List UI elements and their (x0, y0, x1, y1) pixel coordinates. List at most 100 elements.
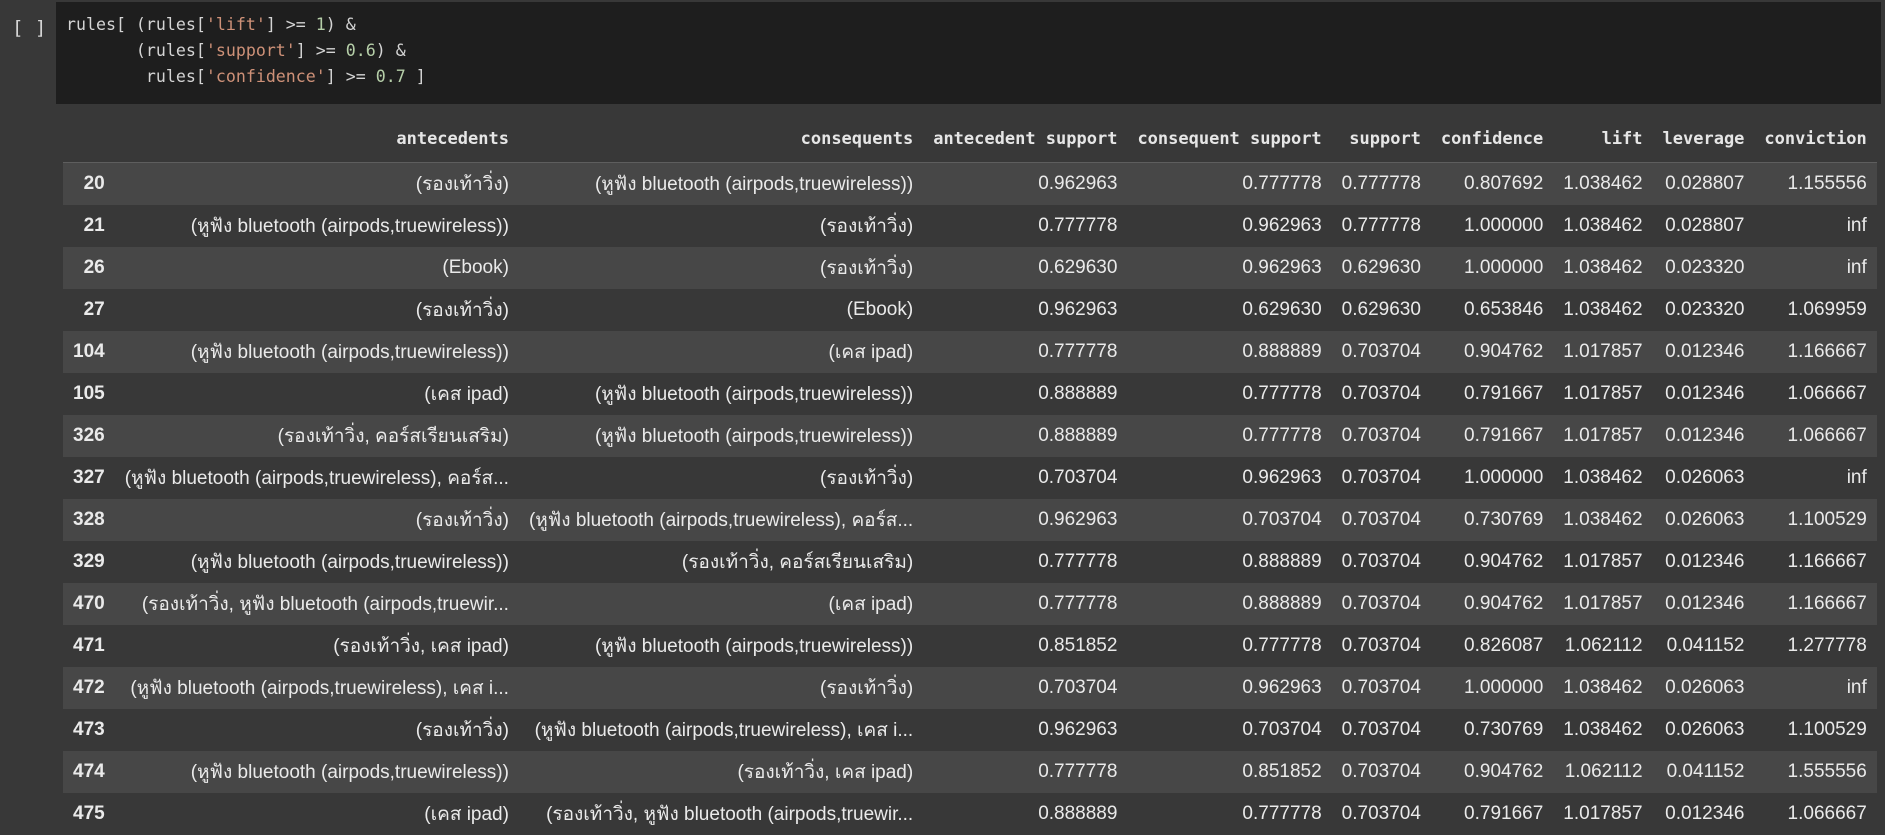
table-cell: 0.012346 (1653, 793, 1755, 835)
row-index: 327 (63, 457, 115, 499)
row-index: 27 (63, 289, 115, 331)
table-cell: 1.277778 (1754, 625, 1876, 667)
table-cell: 1.038462 (1553, 205, 1652, 247)
code-editor[interactable]: rules[ (rules['lift'] >= 1) & (rules['su… (56, 2, 1881, 104)
table-cell: (รองเท้าวิ่ง) (519, 667, 923, 709)
code-token: ] >= (326, 67, 376, 86)
row-index: 326 (63, 415, 115, 457)
table-cell: 0.962963 (923, 499, 1127, 541)
table-cell: 1.017857 (1553, 331, 1652, 373)
index-header (63, 116, 115, 163)
table-cell: 0.888889 (923, 415, 1127, 457)
table-cell: 1.100529 (1754, 709, 1876, 751)
column-header: lift (1553, 116, 1652, 163)
table-cell: (รองเท้าวิ่ง) (519, 205, 923, 247)
table-cell: (รองเท้าวิ่ง, หูฟัง bluetooth (airpods,t… (519, 793, 923, 835)
table-cell: 0.777778 (923, 751, 1127, 793)
table-cell: 1.166667 (1754, 541, 1876, 583)
table-cell: 0.703704 (1332, 625, 1431, 667)
table-cell: 0.012346 (1653, 583, 1755, 625)
table-cell: 0.777778 (1127, 163, 1331, 206)
table-cell: 0.703704 (1332, 499, 1431, 541)
table-cell: 0.777778 (1127, 793, 1331, 835)
table-body: 20(รองเท้าวิ่ง)(หูฟัง bluetooth (airpods… (63, 163, 1877, 835)
column-header: leverage (1653, 116, 1755, 163)
table-cell: 0.962963 (1127, 667, 1331, 709)
run-cell-button[interactable]: [ ] (12, 17, 46, 39)
table-cell: (รองเท้าวิ่ง) (519, 247, 923, 289)
table-cell: 0.962963 (923, 709, 1127, 751)
table-cell: 1.166667 (1754, 331, 1876, 373)
column-header: antecedent support (923, 116, 1127, 163)
table-cell: 0.703704 (1332, 667, 1431, 709)
row-index: 475 (63, 793, 115, 835)
table-cell: 0.041152 (1653, 751, 1755, 793)
table-cell: 0.012346 (1653, 541, 1755, 583)
table-cell: (หูฟัง bluetooth (airpods,truewireless),… (519, 709, 923, 751)
table-cell: 0.851852 (923, 625, 1127, 667)
table-cell: (เคส ipad) (519, 331, 923, 373)
table-cell: 0.028807 (1653, 163, 1755, 206)
table-cell: (หูฟัง bluetooth (airpods,truewireless)) (115, 331, 519, 373)
table-cell: inf (1754, 457, 1876, 499)
code-token: ] (406, 67, 426, 86)
table-cell: (หูฟัง bluetooth (airpods,truewireless)) (519, 373, 923, 415)
table-cell: 1.066667 (1754, 373, 1876, 415)
table-cell: 0.703704 (923, 457, 1127, 499)
table-cell: 1.038462 (1553, 667, 1652, 709)
table-cell: 1.000000 (1431, 247, 1553, 289)
code-token: 'lift' (206, 15, 266, 34)
table-cell: 0.888889 (923, 373, 1127, 415)
table-cell: 0.703704 (1332, 751, 1431, 793)
table-cell: 1.017857 (1553, 583, 1652, 625)
dataframe-table: antecedentsconsequentsantecedent support… (63, 116, 1877, 835)
table-cell: 0.703704 (1332, 541, 1431, 583)
table-cell: 1.069959 (1754, 289, 1876, 331)
code-token: rules[ (rules[ (66, 15, 206, 34)
table-cell: (เคส ipad) (115, 373, 519, 415)
table-cell: 1.038462 (1553, 247, 1652, 289)
table-cell: (หูฟัง bluetooth (airpods,truewireless),… (519, 499, 923, 541)
table-cell: 1.166667 (1754, 583, 1876, 625)
table-cell: 0.962963 (1127, 247, 1331, 289)
row-index: 474 (63, 751, 115, 793)
table-cell: 0.888889 (1127, 583, 1331, 625)
code-token: 1 (316, 15, 326, 34)
row-index: 470 (63, 583, 115, 625)
table-cell: 0.703704 (1332, 583, 1431, 625)
code-token: 0.7 (376, 67, 406, 86)
code-line-2: (rules['support'] >= 0.6) & (66, 38, 1881, 64)
table-cell: 0.012346 (1653, 415, 1755, 457)
code-token: ) & (376, 41, 406, 60)
table-cell: 0.851852 (1127, 751, 1331, 793)
code-cell[interactable]: [ ] rules[ (rules['lift'] >= 1) & (rules… (0, 0, 1885, 104)
table-row: 327(หูฟัง bluetooth (airpods,truewireles… (63, 457, 1877, 499)
table-row: 474(หูฟัง bluetooth (airpods,truewireles… (63, 751, 1877, 793)
table-cell: (รองเท้าวิ่ง, เคส ipad) (519, 751, 923, 793)
table-cell: (รองเท้าวิ่ง, คอร์สเรียนเสริม) (519, 541, 923, 583)
table-cell: 0.962963 (1127, 205, 1331, 247)
table-cell: 0.962963 (923, 289, 1127, 331)
table-cell: 0.026063 (1653, 709, 1755, 751)
table-cell: 0.962963 (1127, 457, 1331, 499)
table-cell: (เคส ipad) (115, 793, 519, 835)
table-cell: (รองเท้าวิ่ง) (519, 457, 923, 499)
table-cell: 1.062112 (1553, 625, 1652, 667)
table-cell: (หูฟัง bluetooth (airpods,truewireless)) (115, 541, 519, 583)
table-cell: 0.703704 (1332, 793, 1431, 835)
code-token: ) & (326, 15, 356, 34)
column-header: support (1332, 116, 1431, 163)
table-cell: inf (1754, 667, 1876, 709)
code-token: ] >= (296, 41, 346, 60)
table-cell: (หูฟัง bluetooth (airpods,truewireless)) (115, 205, 519, 247)
table-cell: 0.791667 (1431, 793, 1553, 835)
code-token: (rules[ (66, 41, 206, 60)
table-cell: 0.730769 (1431, 709, 1553, 751)
table-cell: 1.062112 (1553, 751, 1652, 793)
table-cell: (หูฟัง bluetooth (airpods,truewireless),… (115, 457, 519, 499)
row-index: 105 (63, 373, 115, 415)
table-cell: 1.155556 (1754, 163, 1876, 206)
table-cell: 1.017857 (1553, 541, 1652, 583)
table-cell: 0.703704 (1332, 457, 1431, 499)
row-index: 20 (63, 163, 115, 206)
